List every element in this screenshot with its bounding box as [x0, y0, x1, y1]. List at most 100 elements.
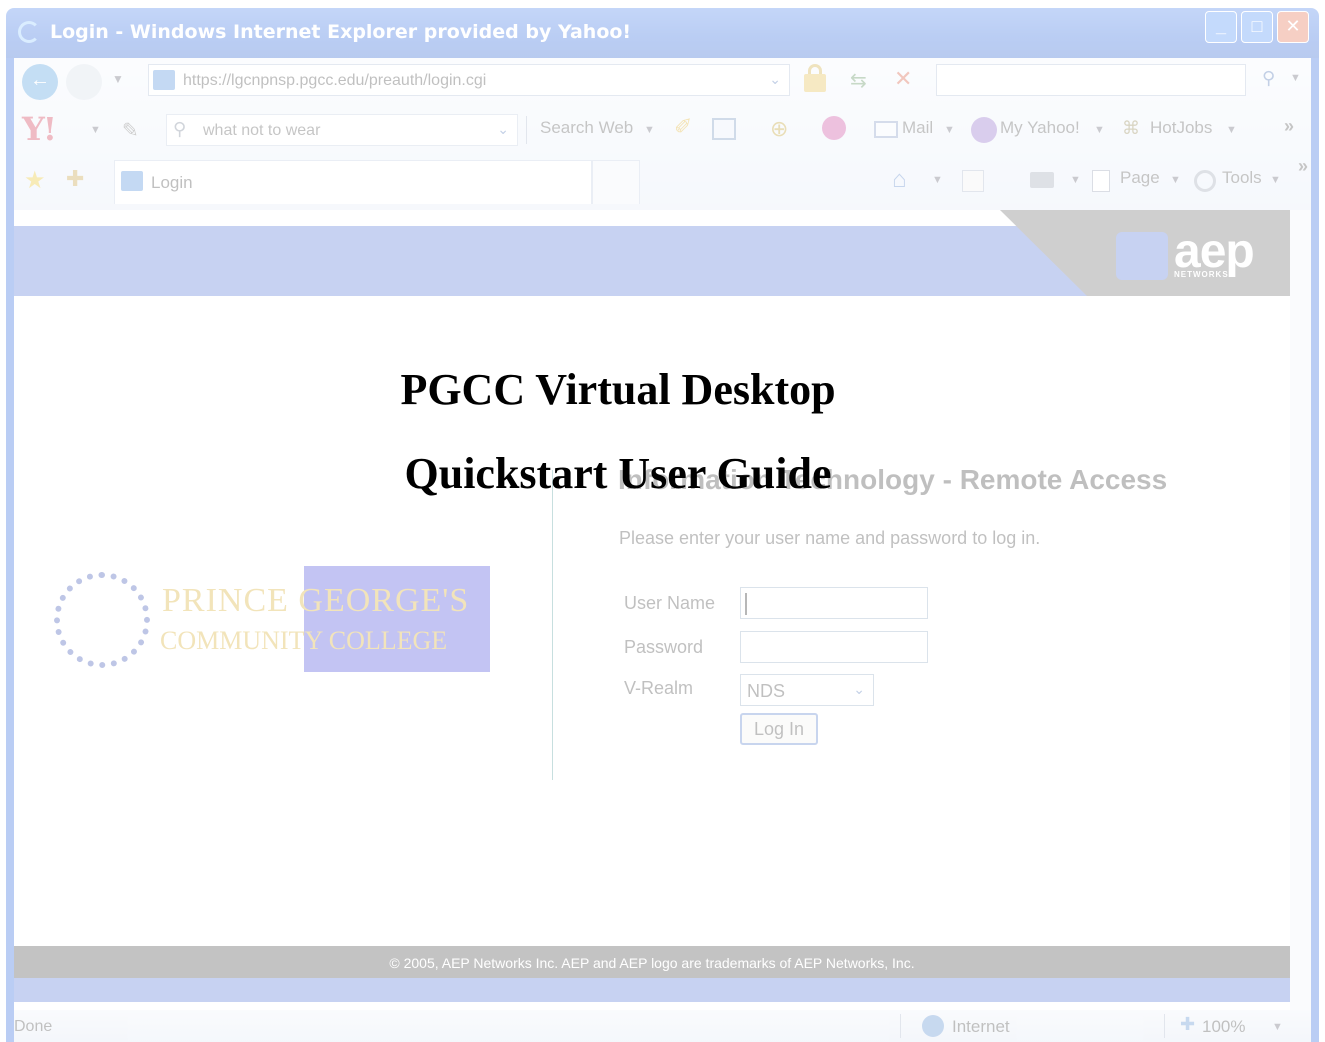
- toolbar-divider: [526, 116, 527, 144]
- page-menu-dropdown-icon[interactable]: ▼: [1170, 174, 1181, 186]
- search-icon[interactable]: ⚲: [1262, 68, 1275, 89]
- username-field[interactable]: [740, 587, 928, 619]
- search-options-dropdown-icon[interactable]: ▼: [1290, 72, 1301, 84]
- minimize-button[interactable]: _: [1205, 11, 1237, 43]
- yahoo-search-value[interactable]: what not to wear: [203, 122, 320, 140]
- stop-icon[interactable]: ✕: [894, 66, 912, 92]
- pgcc-college-logo: PRINCE GEORGE'S COMMUNITY COLLEGE: [50, 566, 490, 672]
- chevron-down-icon: ⌄: [853, 681, 865, 697]
- antispy-shield-icon[interactable]: [822, 116, 846, 140]
- window-frame-right: [1311, 58, 1319, 1042]
- status-divider: [900, 1014, 901, 1038]
- recent-pages-dropdown-icon[interactable]: ▼: [112, 72, 124, 86]
- refresh-icon[interactable]: ⇆: [850, 68, 867, 93]
- my-yahoo-button[interactable]: My Yahoo!: [1000, 118, 1080, 138]
- popup-blocker-icon[interactable]: [712, 118, 736, 140]
- browser-screenshot: Login - Windows Internet Explorer provid…: [0, 0, 1325, 1042]
- copyright-text: © 2005, AEP Networks Inc. AEP and AEP lo…: [389, 955, 915, 971]
- address-bar[interactable]: https://lgcnpnsp.pgcc.edu/preauth/login.…: [148, 64, 790, 96]
- maximize-icon: □: [1251, 16, 1263, 36]
- password-field[interactable]: [740, 631, 928, 663]
- security-zone[interactable]: Internet: [952, 1017, 1010, 1037]
- tab-label: Login: [151, 173, 193, 192]
- vertical-scrollbar[interactable]: [1290, 210, 1311, 1010]
- status-bar: [14, 1010, 1311, 1042]
- aep-logo-sub: NETWORKS: [1174, 270, 1229, 279]
- zoom-icon[interactable]: ✚: [1180, 1014, 1195, 1035]
- toolbar-overflow-icon[interactable]: »: [1284, 116, 1294, 137]
- print-dropdown-icon[interactable]: ▼: [1070, 174, 1081, 186]
- back-button[interactable]: ←: [22, 64, 58, 100]
- tools-menu-dropdown-icon[interactable]: ▼: [1270, 174, 1281, 186]
- zoom-dropdown-icon[interactable]: ▼: [1272, 1021, 1283, 1033]
- address-url[interactable]: https://lgcnpnsp.pgcc.edu/preauth/login.…: [183, 72, 486, 90]
- yahoo-search-icon: ⚲: [173, 119, 187, 139]
- window-title: Login - Windows Internet Explorer provid…: [50, 21, 632, 43]
- guide-title-line2: Quickstart User Guide: [404, 449, 832, 498]
- username-label: User Name: [624, 593, 716, 613]
- tab-login[interactable]: Login: [114, 160, 592, 204]
- page-icon[interactable]: [1092, 170, 1110, 192]
- tools-menu-button[interactable]: Tools: [1222, 168, 1262, 188]
- my-yahoo-icon[interactable]: [971, 117, 997, 143]
- log-in-button[interactable]: Log In: [740, 713, 818, 745]
- add-favorite-icon[interactable]: ✚: [66, 166, 84, 192]
- feeds-icon[interactable]: [962, 170, 984, 192]
- live-search-input[interactable]: [936, 64, 1246, 96]
- print-icon[interactable]: [1030, 172, 1054, 188]
- status-divider: [1164, 1014, 1165, 1038]
- close-icon: ✕: [1285, 16, 1301, 36]
- v-realm-value: NDS: [747, 681, 786, 701]
- tab-favicon-icon: [121, 171, 143, 191]
- my-yahoo-dropdown-icon[interactable]: ▼: [1094, 124, 1105, 136]
- highlighter-icon[interactable]: ✐: [674, 114, 692, 140]
- pencil-icon[interactable]: ✎: [122, 118, 139, 143]
- maximize-button[interactable]: □: [1241, 11, 1273, 43]
- college-seal-icon: [54, 572, 150, 668]
- login-instructions: Please enter your user name and password…: [619, 528, 1041, 548]
- search-web-button[interactable]: Search Web: [540, 118, 633, 138]
- password-label: Password: [624, 637, 704, 657]
- v-realm-select[interactable]: NDS ⌄: [740, 674, 874, 706]
- hotjobs-icon[interactable]: ⌘: [1122, 118, 1140, 139]
- text-caret: [745, 593, 747, 615]
- home-dropdown-icon[interactable]: ▼: [932, 174, 943, 186]
- new-tab-button[interactable]: [592, 160, 640, 204]
- internet-zone-icon[interactable]: [922, 1015, 944, 1037]
- internet-explorer-icon: [18, 21, 40, 43]
- back-arrow-icon: ←: [30, 69, 50, 91]
- search-web-dropdown-icon[interactable]: ▼: [644, 124, 655, 136]
- hotjobs-dropdown-icon[interactable]: ▼: [1226, 124, 1237, 136]
- yahoo-menu-dropdown-icon[interactable]: ▼: [90, 124, 101, 136]
- status-text: Done: [14, 1018, 53, 1035]
- close-button[interactable]: ✕: [1277, 11, 1309, 43]
- yahoo-search-dropdown-icon[interactable]: ⌄: [497, 121, 509, 138]
- page-footer: © 2005, AEP Networks Inc. AEP and AEP lo…: [14, 946, 1290, 978]
- guide-title-line1: PGCC Virtual Desktop: [400, 365, 836, 414]
- mail-icon[interactable]: [874, 121, 898, 138]
- window-titlebar: Login - Windows Internet Explorer provid…: [6, 8, 1319, 58]
- zoom-level[interactable]: 100%: [1202, 1017, 1245, 1037]
- aep-logo-mark-icon: [1116, 232, 1168, 280]
- tools-gear-icon[interactable]: [1194, 170, 1216, 192]
- address-dropdown-icon[interactable]: ⌄: [769, 71, 781, 88]
- v-realm-label: V-Realm: [624, 678, 694, 698]
- globe-icon[interactable]: ⊕: [770, 116, 788, 142]
- mail-button[interactable]: Mail: [902, 118, 933, 138]
- home-icon[interactable]: ⌂: [892, 166, 907, 194]
- security-lock-icon[interactable]: [804, 64, 826, 92]
- hotjobs-button[interactable]: HotJobs: [1150, 118, 1212, 138]
- college-name-line2: COMMUNITY COLLEGE: [160, 626, 448, 655]
- yahoo-logo[interactable]: Y!: [22, 110, 57, 148]
- favorites-star-icon[interactable]: ★: [24, 166, 46, 195]
- footer-stripe: [14, 978, 1290, 1002]
- college-name-line1: PRINCE GEORGE'S: [162, 582, 470, 619]
- site-favicon-icon: [153, 70, 175, 90]
- window-frame-left: [6, 58, 14, 1042]
- command-bar-overflow-icon[interactable]: »: [1298, 156, 1308, 177]
- forward-button[interactable]: [66, 64, 102, 100]
- yahoo-search-input[interactable]: ⚲ what not to wear ⌄: [166, 114, 518, 146]
- mail-dropdown-icon[interactable]: ▼: [944, 124, 955, 136]
- page-menu-button[interactable]: Page: [1120, 168, 1160, 188]
- content-divider: [552, 470, 553, 780]
